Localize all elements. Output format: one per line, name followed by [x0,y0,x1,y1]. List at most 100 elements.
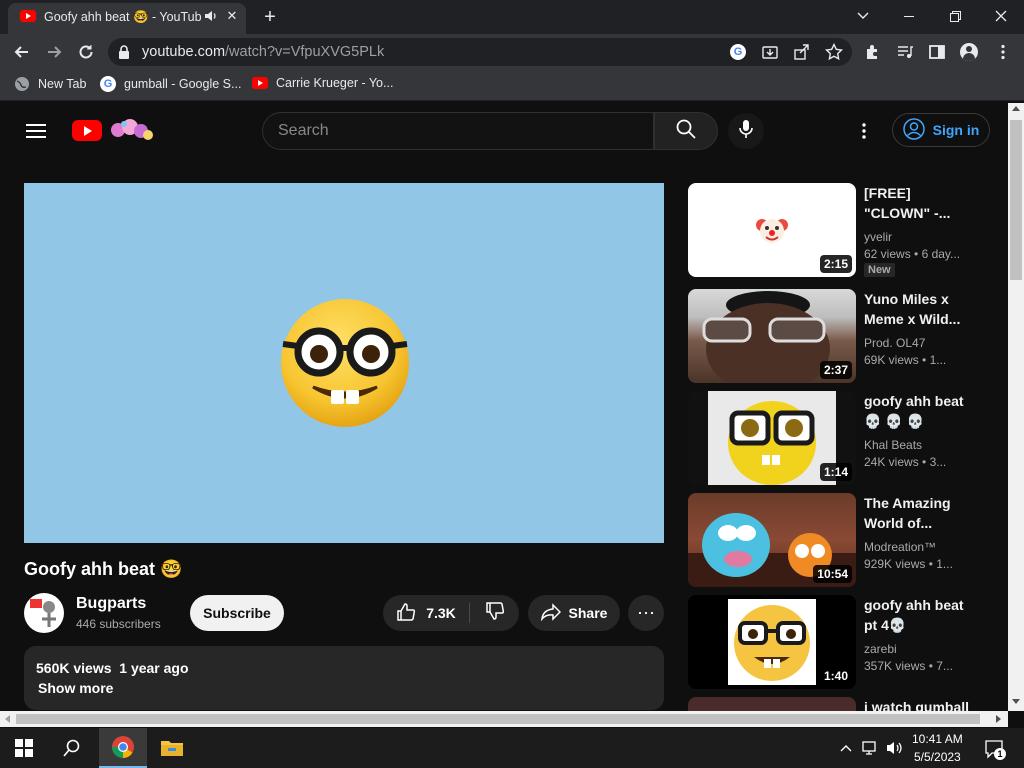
sign-in-button[interactable]: Sign in [892,113,990,147]
network-icon[interactable] [862,740,880,756]
video-thumbnail[interactable]: 1:14 [688,391,856,485]
bookmark-star-icon[interactable] [824,42,844,61]
youtube-logo-icon[interactable] [72,120,102,141]
video-thumbnail[interactable]: 2:15 [688,183,856,277]
related-video-title[interactable]: The Amazing World of... [864,493,974,533]
scroll-right-arrow-icon[interactable] [996,715,1001,723]
doodle-logo-icon[interactable] [108,115,156,143]
show-more-button[interactable]: Show more [38,680,113,696]
start-button[interactable] [0,728,48,768]
related-video-item[interactable]: 1:40 goofy ahh beat pt 4💀 zarebi 357K vi… [688,595,1008,691]
taskbar-chrome-app[interactable] [99,728,147,768]
related-meta: 24K views • 3... [864,455,947,469]
related-video-title[interactable]: Yuno Miles x Meme x Wild... [864,289,974,329]
taskbar-file-explorer-app[interactable] [148,728,196,768]
lock-icon[interactable] [118,44,130,60]
bookmark-gumball[interactable]: G gumball - Google S... [100,76,241,92]
speaker-icon[interactable] [204,9,218,23]
back-icon[interactable] [12,42,32,62]
reload-icon[interactable] [76,42,96,62]
related-video-item[interactable]: 2:37 Yuno Miles x Meme x Wild... Prod. O… [688,289,1008,385]
description-box[interactable]: 560K views 1 year ago Show more [24,646,664,710]
voice-search-button[interactable] [728,113,764,149]
like-button[interactable]: 7.3K [383,595,469,631]
tray-chevron-up-icon[interactable] [838,740,854,756]
related-video-title[interactable]: i watch gumball [864,697,994,711]
install-app-icon[interactable] [762,44,778,60]
related-video-item[interactable]: 10:54 The Amazing World of... Modreation… [688,493,1008,589]
clock-date[interactable]: 5/5/2023 [914,750,961,764]
related-video-title[interactable]: goofy ahh beat pt 4💀 [864,595,974,635]
related-channel[interactable]: Modreation™ [864,540,936,554]
bookmark-carrie-krueger[interactable]: Carrie Krueger - Yo... [252,76,393,90]
share-button[interactable]: Share [528,595,620,631]
media-controls-icon[interactable] [896,43,914,61]
related-channel[interactable]: yvelir [864,230,892,244]
taskbar-search-icon [63,739,80,757]
scroll-up-arrow-icon[interactable] [1012,106,1020,111]
clock-time[interactable]: 10:41 AM [912,732,963,746]
bookmark-new-tab[interactable]: New Tab [14,76,86,92]
volume-icon[interactable] [886,740,904,756]
subscribe-button[interactable]: Subscribe [190,595,284,631]
related-meta: 69K views • 1... [864,353,947,367]
scroll-down-arrow-icon[interactable] [1012,699,1020,704]
globe-icon [14,76,30,92]
vertical-scroll-thumb[interactable] [1010,120,1022,280]
upload-age: 3... [929,455,947,469]
hamburger-menu-icon[interactable] [26,123,46,139]
related-video-item[interactable]: 2:15 [FREE] "CLOWN" -... yvelir 62 views… [688,183,1008,279]
google-lens-icon[interactable]: G [730,44,746,60]
scroll-left-arrow-icon[interactable] [5,715,10,723]
video-thumbnail[interactable]: 10:54 [688,493,856,587]
related-channel[interactable]: Khal Beats [864,438,922,452]
share-page-icon[interactable] [794,44,810,60]
upload-age: 7... [936,659,953,673]
notification-center-button[interactable]: 1 [984,738,1006,760]
close-tab-icon[interactable]: ✕ [224,8,240,24]
related-video-title[interactable]: [FREE] "CLOWN" -... [864,183,974,223]
sign-in-label: Sign in [932,122,980,138]
taskbar-search-button[interactable] [48,728,96,768]
profile-icon[interactable] [960,43,978,61]
youtube-favicon-icon [20,10,36,22]
video-thumbnail[interactable]: 2:37 [688,289,856,383]
minimize-button[interactable] [886,0,932,32]
extensions-icon[interactable] [864,43,882,61]
view-count: 62 views [864,247,911,261]
related-channel[interactable]: Prod. OL47 [864,336,925,350]
side-panel-icon[interactable] [928,43,946,61]
close-window-button[interactable] [978,0,1024,32]
related-video-title[interactable]: goofy ahh beat 💀 💀 💀 [864,391,974,431]
browser-menu-icon[interactable] [994,43,1012,61]
url-path: /watch?v=VfpuXVG5PLk [225,44,385,60]
related-channel[interactable]: zarebi [864,642,897,656]
url-text[interactable]: youtube.com/watch?v=VfpuXVG5PLk [142,44,384,60]
restore-button[interactable] [932,0,978,32]
dislike-button[interactable] [470,595,519,631]
video-duration: 10:54 [813,565,852,583]
search-placeholder: Search [278,122,329,139]
search-button[interactable] [654,112,718,150]
horizontal-scroll-thumb[interactable] [16,714,980,724]
video-thumbnail[interactable]: 1:40 [688,595,856,689]
upload-age: 1... [929,353,947,367]
nerd-emoji-image [734,605,810,681]
related-video-item[interactable]: 1:14 goofy ahh beat 💀 💀 💀 Khal Beats 24K… [688,391,1008,487]
thumbs-up-icon [396,602,416,625]
more-actions-button[interactable]: ⋯ [628,595,664,631]
video-thumbnail[interactable] [688,697,856,711]
forward-icon[interactable] [44,42,64,62]
url-host: youtube.com [142,44,226,60]
video-player[interactable] [24,183,664,543]
tab-search-icon[interactable] [840,0,886,32]
related-meta: 357K views • 7... [864,659,953,673]
new-tab-button[interactable]: + [258,5,282,29]
related-video-item[interactable]: i watch gumball [688,697,1008,711]
related-meta: 929K views • 1... [864,557,953,571]
subscriber-count: 446 subscribers [76,617,161,631]
nerd-sponge-image [728,401,816,485]
channel-avatar[interactable] [24,593,64,633]
settings-more-icon[interactable] [856,121,872,141]
channel-name[interactable]: Bugparts [76,595,146,613]
